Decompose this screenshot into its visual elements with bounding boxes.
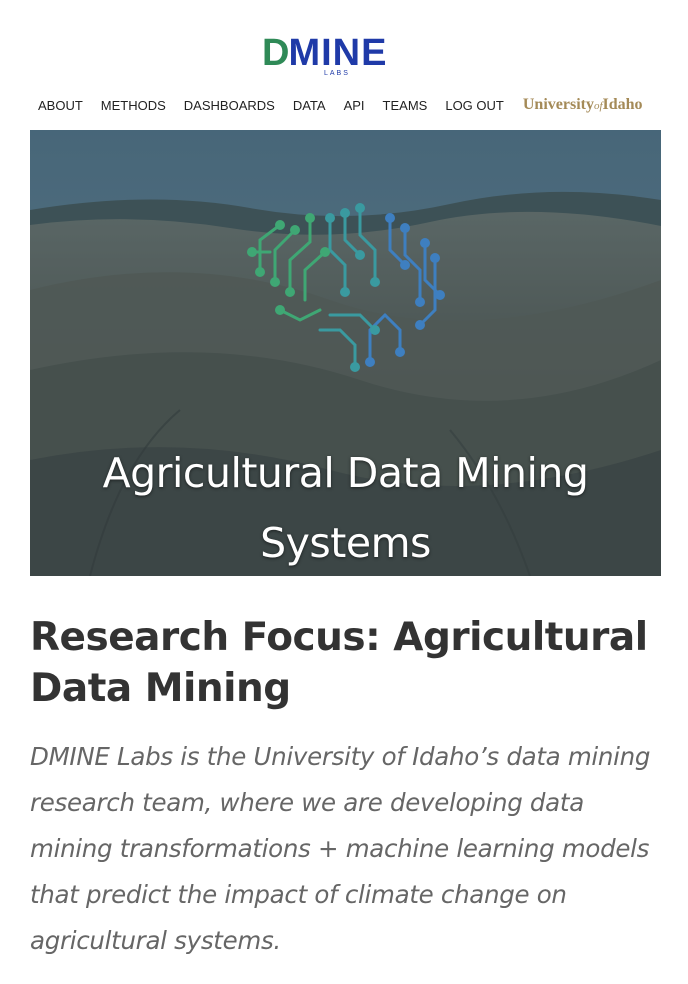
uni-of: of	[593, 100, 603, 112]
nav-dashboards[interactable]: DASHBOARDS	[184, 98, 275, 113]
intro-paragraph: DMINE Labs is the University of Idaho’s …	[30, 742, 651, 955]
main-nav: ABOUT METHODS DASHBOARDS DATA API TEAMS …	[38, 96, 658, 114]
nav-log-out[interactable]: LOG OUT	[445, 98, 504, 113]
logo-wordmark: D MINE	[262, 32, 388, 74]
page: D MINE LABS ABOUT METHODS DASHBOARDS DATA…	[0, 0, 688, 984]
nav-methods[interactable]: METHODS	[101, 98, 166, 113]
hero-title: Agricultural Data Mining Systems	[30, 438, 661, 576]
nav-data[interactable]: DATA	[293, 98, 326, 113]
dmine-labs-logo[interactable]: D MINE LABS	[262, 32, 416, 82]
nav-about[interactable]: ABOUT	[38, 98, 83, 113]
logo-labs: LABS	[324, 70, 350, 77]
hero-banner: Agricultural Data Mining Systems	[30, 130, 661, 576]
logo-d: D	[262, 32, 289, 74]
logo-mine: MINE	[288, 32, 388, 74]
uni-post: Idaho	[602, 96, 643, 113]
nav-teams[interactable]: TEAMS	[383, 98, 428, 113]
university-of-idaho-link[interactable]: UniversityofIdaho	[523, 96, 643, 114]
hero-title-line-1: Agricultural Data Mining	[102, 449, 589, 497]
nav-api[interactable]: API	[344, 98, 365, 113]
hero-title-line-2: Systems	[260, 519, 431, 567]
uni-pre: University	[522, 96, 594, 113]
research-focus-heading: Research Focus: Agricultural Data Mining	[30, 615, 648, 711]
